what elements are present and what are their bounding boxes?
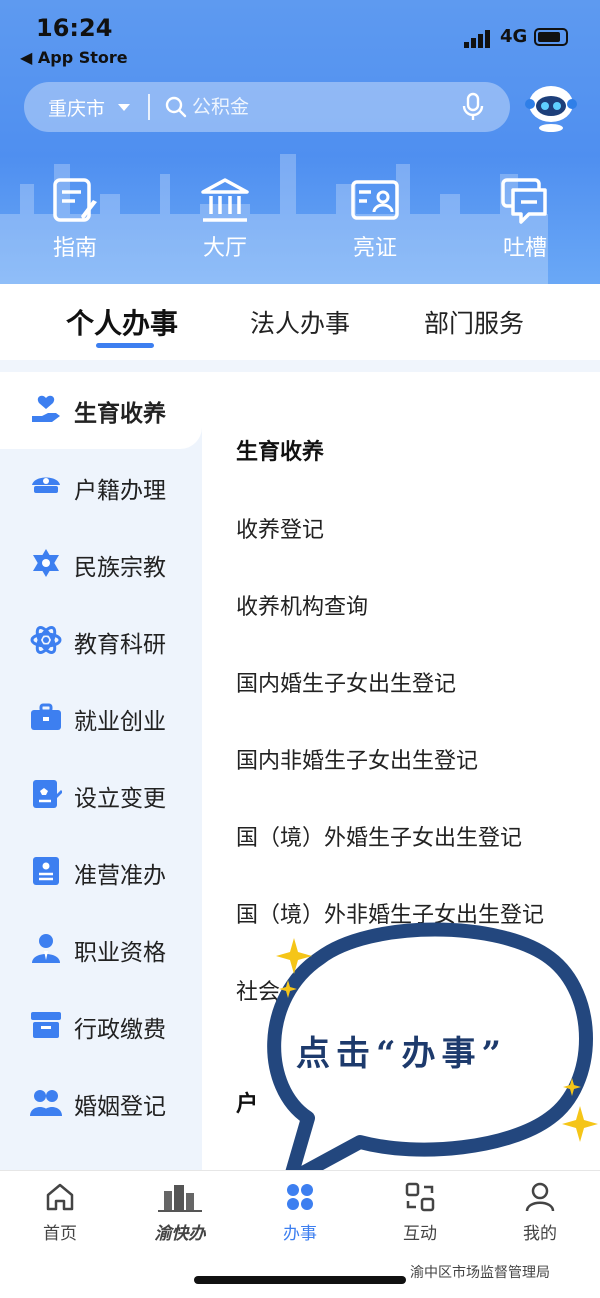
service-item-overseas-marital-birth[interactable]: 国（境）外婚生子女出生登记: [236, 820, 522, 852]
section-gap: [0, 360, 600, 372]
chat-feedback-icon: [501, 178, 547, 224]
document-edit-icon: [33, 780, 62, 808]
nav-yukuaiban[interactable]: 渝快办: [130, 1181, 230, 1251]
tab-personal-affairs[interactable]: 个人办事: [66, 302, 178, 342]
nav-label: 渝快办: [154, 1224, 206, 1244]
sidebar-item-establishment-change[interactable]: 设立变更: [0, 757, 202, 834]
star-of-david-icon: [33, 549, 59, 577]
service-item-overseas-nonmarital-birth[interactable]: 国（境）外非婚生子女出生登记: [236, 897, 544, 929]
next-section-title: 户: [236, 1092, 259, 1117]
quick-link-show-id[interactable]: 亮证: [320, 176, 430, 266]
home-indicator: [194, 1276, 406, 1284]
couple-icon: [30, 1090, 62, 1116]
sidebar-item-label: 婚姻登记: [74, 1094, 166, 1120]
sidebar-item-label: 设立变更: [74, 786, 166, 812]
sidebar-item-education-research[interactable]: 教育科研: [0, 603, 202, 680]
permit-card-icon: [33, 857, 59, 885]
service-item-adoption-agency-query[interactable]: 收养机构查询: [236, 589, 368, 621]
tab-department-services[interactable]: 部门服务: [424, 304, 524, 340]
quick-link-guide[interactable]: 指南: [20, 176, 130, 266]
assistant-robot-icon[interactable]: [522, 82, 580, 132]
service-tabs: 个人办事 法人办事 部门服务: [0, 284, 600, 360]
nav-label: 我的: [523, 1224, 557, 1244]
service-item-adoption-registration[interactable]: 收养登记: [236, 512, 324, 544]
hall-building-icon: [201, 178, 249, 222]
sidebar-item-business-permits[interactable]: 准营准办: [0, 834, 202, 911]
affairs-grid-icon: [287, 1184, 313, 1210]
status-time: 16:24: [36, 14, 113, 42]
sidebar-item-employment[interactable]: 就业创业: [0, 680, 202, 757]
user-profile-icon: [525, 1182, 555, 1212]
section-title: 生育收养: [236, 440, 325, 465]
search-bar[interactable]: 重庆市: [24, 82, 510, 132]
search-input[interactable]: [192, 92, 452, 122]
atom-icon: [30, 626, 62, 654]
category-sidebar: 生育收养 户籍办理 民族宗教 教育科研 就业创业 设立变更 准营准办 职业资格 …: [0, 372, 202, 1170]
sidebar-item-label: 就业创业: [74, 709, 166, 735]
nav-affairs[interactable]: 办事: [250, 1181, 350, 1251]
search-icon: [165, 96, 187, 118]
nav-label: 办事: [283, 1224, 317, 1244]
sidebar-item-marriage-registration[interactable]: 婚姻登记: [0, 1065, 202, 1142]
nav-home[interactable]: 首页: [10, 1181, 110, 1251]
header-banner: 16:24 ◀ App Store 4G 重庆市 公积金 指南 大厅 亮证 吐槽: [0, 0, 600, 284]
sidebar-item-label: 民族宗教: [74, 555, 166, 581]
quick-link-label: 指南: [52, 236, 97, 261]
sidebar-item-household-registration[interactable]: 户籍办理: [0, 449, 202, 526]
sidebar-item-professional-qualification[interactable]: 职业资格: [0, 911, 202, 988]
service-item-domestic-nonmarital-birth[interactable]: 国内非婚生子女出生登记: [236, 743, 478, 775]
city-selector[interactable]: 重庆市: [48, 94, 105, 121]
sidebar-item-birth-adoption[interactable]: 生育收养: [0, 372, 202, 449]
briefcase-icon: [31, 703, 61, 730]
home-icon: [46, 1183, 74, 1211]
tab-active-indicator: [96, 343, 154, 348]
interaction-icon: [405, 1182, 435, 1212]
person-suit-icon: [32, 934, 60, 963]
quick-link-label: 吐槽: [502, 236, 547, 261]
archive-box-icon: [31, 1012, 61, 1038]
yukuaiban-logo-icon: [158, 1185, 202, 1212]
cellular-signal-icon: [464, 30, 490, 48]
sidebar-item-label: 户籍办理: [74, 478, 166, 504]
network-type: 4G: [500, 26, 528, 47]
nav-mine[interactable]: 我的: [490, 1181, 590, 1251]
sidebar-item-ethnic-religion[interactable]: 民族宗教: [0, 526, 202, 603]
chevron-down-icon: [118, 104, 130, 111]
quick-link-hall[interactable]: 大厅: [170, 176, 280, 266]
microphone-icon[interactable]: [462, 92, 484, 122]
sidebar-item-label: 教育科研: [74, 632, 166, 658]
nav-interaction[interactable]: 互动: [370, 1181, 470, 1251]
status-bar: 16:24 ◀ App Store 4G: [0, 0, 600, 80]
police-cap-icon: [32, 477, 60, 493]
tab-legal-entity-affairs[interactable]: 法人办事: [250, 304, 350, 340]
service-item-domestic-marital-birth[interactable]: 国内婚生子女出生登记: [236, 666, 456, 698]
back-to-app-store-link[interactable]: ◀ App Store: [20, 48, 128, 67]
search-divider: [148, 94, 150, 120]
service-item-social[interactable]: 社会: [236, 974, 280, 1006]
guide-icon: [53, 178, 97, 222]
battery-icon: [534, 28, 568, 46]
quick-link-feedback[interactable]: 吐槽: [470, 176, 580, 266]
wechat-watermark: 渝中区市场监督管理局: [410, 1265, 550, 1281]
sidebar-item-label: 职业资格: [74, 940, 166, 966]
bubble-instruction-text: 点击“办事”: [296, 1034, 508, 1074]
sidebar-item-administrative-fees[interactable]: 行政缴费: [0, 988, 202, 1065]
sidebar-item-label: 行政缴费: [74, 1017, 166, 1043]
hand-heart-icon: [32, 395, 60, 422]
quick-link-label: 大厅: [202, 236, 247, 261]
quick-link-label: 亮证: [352, 236, 397, 261]
nav-label: 互动: [403, 1224, 437, 1244]
sidebar-item-label: 生育收养: [74, 401, 166, 427]
sidebar-item-label: 准营准办: [74, 863, 166, 889]
id-card-icon: [351, 180, 399, 220]
nav-label: 首页: [43, 1224, 77, 1244]
